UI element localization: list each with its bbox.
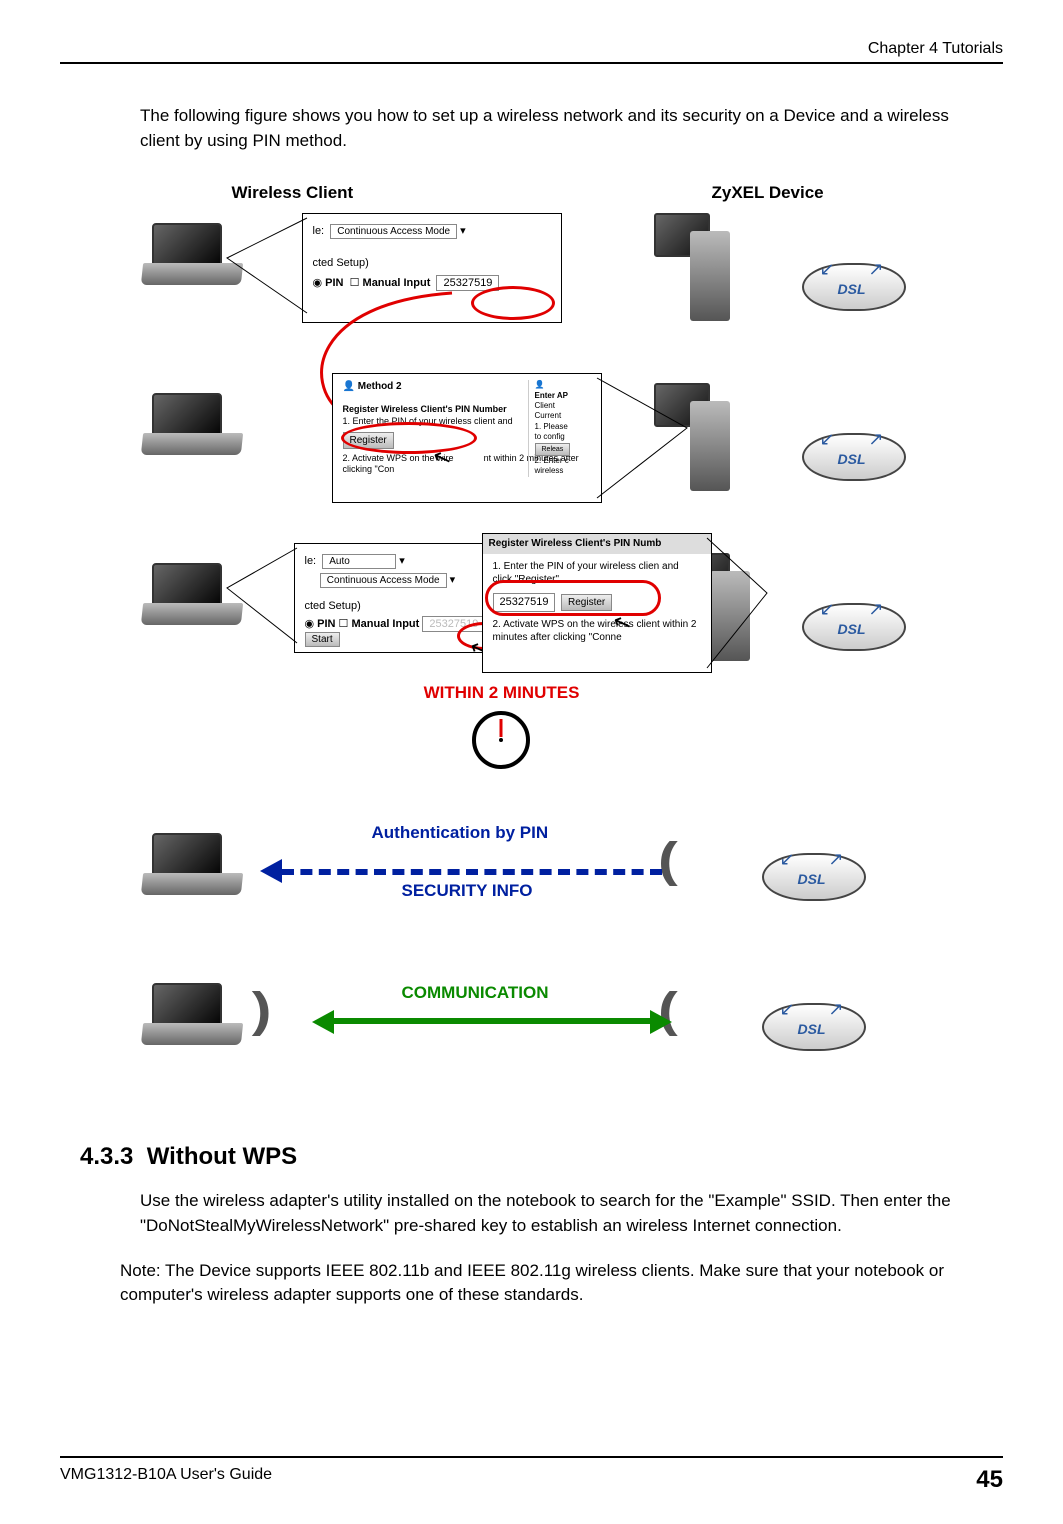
dsl-router-icon: ↙↗DSL xyxy=(802,253,902,313)
label-communication: COMMUNICATION xyxy=(402,983,549,1003)
highlight-oval-icon xyxy=(485,580,661,616)
highlight-oval-icon xyxy=(341,422,477,454)
signal-waves-icon: ))) xyxy=(672,983,678,1038)
arrowhead-icon xyxy=(260,859,282,883)
page-footer: VMG1312-B10A User's Guide 45 xyxy=(60,1456,1003,1494)
arrowhead-icon xyxy=(312,1010,334,1034)
intro-paragraph: The following figure shows you how to se… xyxy=(140,104,963,153)
dsl-router-icon: ↙↗DSL xyxy=(802,593,902,653)
callout-pointer-icon xyxy=(222,213,312,323)
label-zyxel-device: ZyXEL Device xyxy=(712,183,824,203)
dropdown-access-mode[interactable]: Continuous Access Mode xyxy=(320,573,447,588)
section-body: Use the wireless adapter's utility insta… xyxy=(140,1189,963,1238)
callout-pointer-icon xyxy=(592,373,692,503)
section-heading: 4.3.3 Without WPS xyxy=(80,1143,963,1171)
label-wireless-client: Wireless Client xyxy=(232,183,354,203)
start-button[interactable]: Start xyxy=(305,632,340,647)
arrowhead-icon xyxy=(650,1010,672,1034)
callout-device-register: 👤 Method 2 Register Wireless Client's PI… xyxy=(332,373,602,503)
dsl-router-icon: ↙↗DSL xyxy=(762,843,862,903)
callout-device-register-pin: Register Wireless Client's PIN Numb 1. E… xyxy=(482,533,712,673)
laptop-icon xyxy=(142,833,242,903)
green-arrow-line-icon xyxy=(332,1018,652,1024)
label-within-2-minutes: WITHIN 2 MINUTES xyxy=(352,683,652,703)
label-security-info: SECURITY INFO xyxy=(402,881,533,901)
page-header: Chapter 4 Tutorials xyxy=(60,40,1003,64)
dsl-router-icon: ↙↗DSL xyxy=(762,993,862,1053)
label-authentication: Authentication by PIN xyxy=(372,823,549,843)
laptop-icon xyxy=(142,393,242,463)
signal-waves-icon: ))) xyxy=(252,983,258,1038)
dropdown-access-mode[interactable]: Continuous Access Mode xyxy=(330,224,457,239)
callout-client-start: le: Auto ▾ Continuous Access Mode ▾ cted… xyxy=(294,543,514,653)
footer-guide-name: VMG1312-B10A User's Guide xyxy=(60,1466,272,1494)
laptop-icon xyxy=(142,983,242,1053)
footer-page-number: 45 xyxy=(976,1466,1003,1494)
figure-wps-pin: Wireless Client ZyXEL Device ↙↗DSL le: C… xyxy=(102,183,962,1123)
callout-pointer-icon xyxy=(222,543,302,653)
pc-tower-icon xyxy=(672,213,732,323)
clock-icon xyxy=(472,711,530,769)
section-note: Note: The Device supports IEEE 802.11b a… xyxy=(120,1259,963,1308)
callout-pointer-icon xyxy=(702,533,772,673)
dsl-router-icon: ↙↗DSL xyxy=(802,423,902,483)
signal-waves-icon: ))) xyxy=(672,833,678,888)
dashed-arrow-icon xyxy=(282,869,662,875)
